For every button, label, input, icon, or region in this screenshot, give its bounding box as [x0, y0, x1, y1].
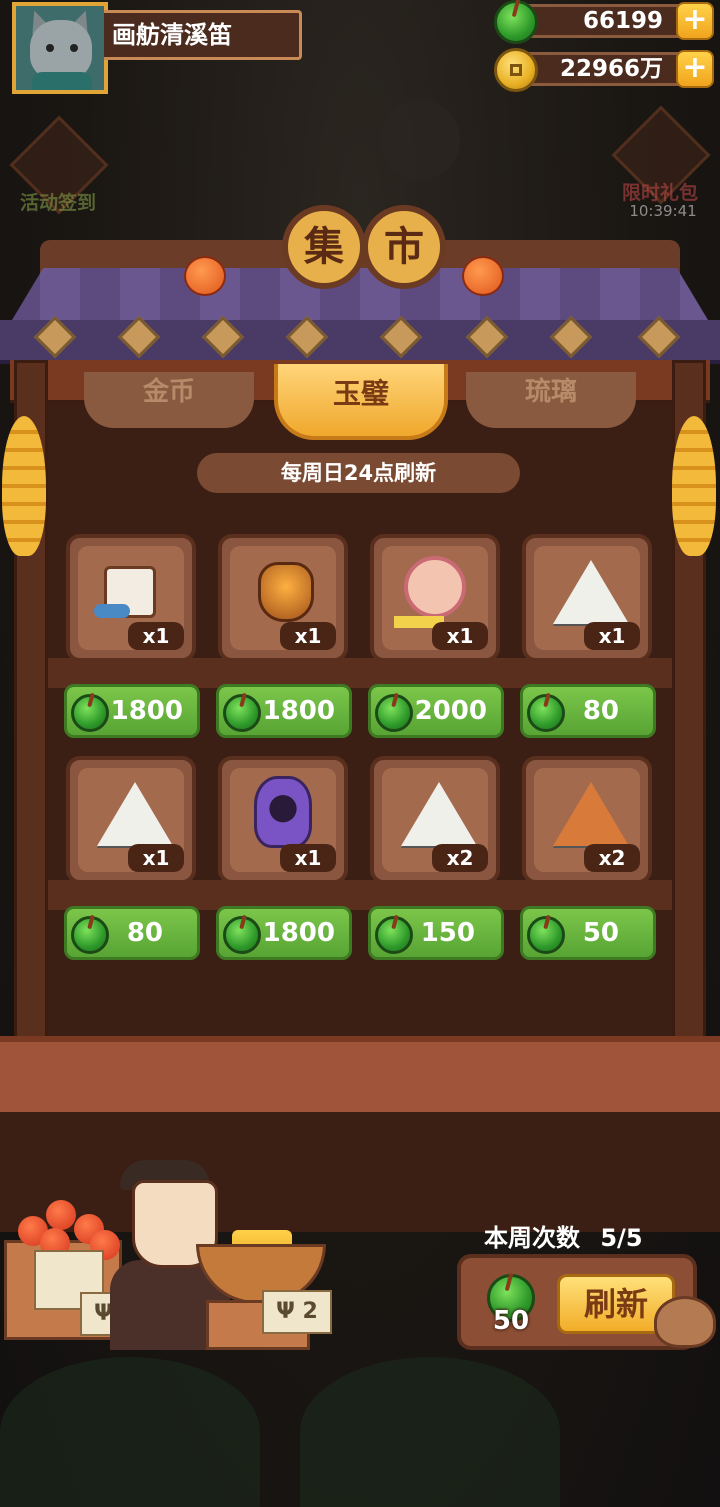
player-avatar[interactable] — [12, 2, 108, 94]
avatar-face — [30, 20, 92, 80]
tomato-icon — [46, 1200, 76, 1230]
jade-icon — [223, 916, 261, 954]
weekly-count: 5/5 — [600, 1224, 643, 1252]
avatar-eye — [70, 44, 78, 52]
shop-item[interactable]: x1 — [218, 756, 348, 884]
corn-decoration — [2, 416, 46, 556]
limited-gift-timer: 10:39:41 — [629, 202, 697, 220]
price-button[interactable]: 80 — [520, 684, 656, 738]
price-button[interactable]: 50 — [520, 906, 656, 960]
tab-gold-coin[interactable]: 金币 — [84, 372, 254, 428]
weekly-label: 本周次数 — [484, 1224, 580, 1252]
item-quantity: x1 — [280, 844, 336, 872]
checkin-label: 活动签到 — [19, 192, 96, 214]
tab-jade[interactable]: 玉璧 — [274, 364, 448, 440]
price-value: 80 — [582, 696, 619, 726]
avatar-eye — [46, 44, 54, 52]
jade-icon — [494, 0, 538, 44]
price-value: 150 — [420, 918, 475, 948]
player-name: 画舫清溪笛 — [104, 10, 302, 60]
shop-title-char: 市 — [362, 205, 446, 289]
shop-item[interactable]: x1 — [370, 534, 500, 662]
add-jade-button[interactable]: + — [676, 2, 714, 40]
shop-item[interactable]: x2 — [370, 756, 500, 884]
purple-mirror-icon — [254, 776, 312, 848]
refresh-schedule-note: 每周日24点刷新 — [197, 453, 520, 493]
fire-pot-icon — [258, 562, 314, 622]
item-quantity: x1 — [584, 622, 640, 650]
white-rune-stone-icon — [553, 560, 629, 624]
price-value: 2000 — [414, 696, 487, 726]
coin-icon — [494, 48, 538, 92]
price-button[interactable]: 80 — [64, 906, 200, 960]
jade-amount: 66199 — [516, 4, 700, 38]
jade-icon — [71, 916, 109, 954]
price-value: 1800 — [110, 696, 183, 726]
jade-currency: 66199 + — [494, 0, 714, 44]
jade-icon — [375, 694, 413, 732]
price-tag: Ψ 2 — [262, 1290, 332, 1334]
avatar-body — [32, 72, 92, 90]
shop-counter — [0, 1036, 720, 1118]
item-quantity: x2 — [584, 844, 640, 872]
jade-icon — [527, 694, 565, 732]
price-button[interactable]: 1800 — [216, 684, 352, 738]
wave-rune-stone-icon — [401, 782, 477, 846]
coin-currency: 22966万 + — [494, 48, 714, 92]
item-quantity: x2 — [432, 844, 488, 872]
jade-icon — [71, 694, 109, 732]
girl-portrait-icon — [404, 556, 466, 618]
item-quantity: x1 — [432, 622, 488, 650]
shop-item[interactable]: x1 — [522, 534, 652, 662]
tab-glaze[interactable]: 琉璃 — [466, 372, 636, 428]
counter-front — [0, 1112, 720, 1232]
shop-item[interactable]: x1 — [218, 534, 348, 662]
corn-decoration — [672, 416, 716, 556]
checkin-event-button[interactable]: 活动签到 — [6, 115, 110, 236]
limited-gift-label: 限时礼包 — [621, 182, 698, 204]
price-value: 1800 — [262, 918, 335, 948]
persimmon-decoration — [184, 256, 226, 296]
item-quantity: x1 — [128, 622, 184, 650]
item-quantity: x1 — [280, 622, 336, 650]
jade-icon — [375, 916, 413, 954]
price-value: 50 — [582, 918, 619, 948]
price-value: 80 — [126, 918, 163, 948]
roof-edge — [0, 320, 720, 364]
worm-toy-icon — [94, 604, 130, 618]
weekly-refresh-count: 本周次数 5/5 — [484, 1218, 643, 1253]
shop-item[interactable]: x2 — [522, 756, 652, 884]
jade-icon — [527, 916, 565, 954]
persimmon-decoration — [462, 256, 504, 296]
jade-icon — [223, 694, 261, 732]
price-button[interactable]: 150 — [368, 906, 504, 960]
add-coin-button[interactable]: + — [676, 50, 714, 88]
price-button[interactable]: 2000 — [368, 684, 504, 738]
item-quantity: x1 — [128, 844, 184, 872]
price-value: 1800 — [262, 696, 335, 726]
foliage-left — [0, 1357, 260, 1507]
coin-amount: 22966万 — [516, 52, 700, 86]
pet-creature-icon[interactable] — [654, 1296, 716, 1348]
spiral-rune-stone-icon — [97, 782, 173, 846]
orange-rune-stone-icon — [553, 782, 629, 846]
refresh-cost: 50 — [492, 1306, 530, 1336]
price-button[interactable]: 1800 — [64, 684, 200, 738]
background-scarecrow — [380, 100, 460, 180]
foliage-center — [300, 1357, 560, 1507]
shop-item[interactable]: x1 — [66, 534, 196, 662]
shop-item[interactable]: x1 — [66, 756, 196, 884]
shop-title-char: 集 — [282, 205, 366, 289]
limited-gift-button[interactable]: 限时礼包 10:39:41 — [608, 105, 712, 226]
price-button[interactable]: 1800 — [216, 906, 352, 960]
